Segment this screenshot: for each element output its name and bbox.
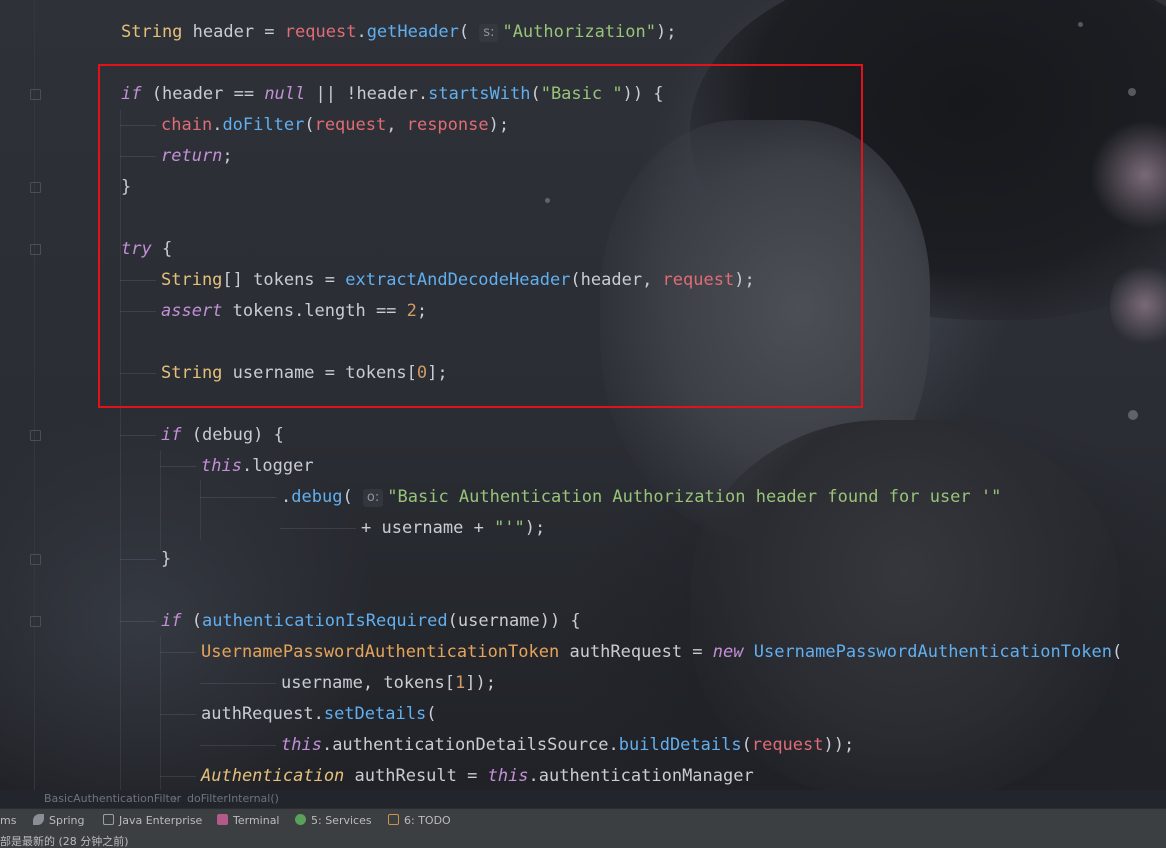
todo-list-icon <box>388 814 399 825</box>
code-token: (debug) { <box>181 425 284 445</box>
code-line[interactable]: authRequest.setDetails( <box>201 703 436 725</box>
code-token: authRequest = <box>559 642 713 662</box>
code-token: new <box>712 642 744 662</box>
highlight-box <box>98 64 863 408</box>
spring-leaf-icon <box>33 814 44 825</box>
tool-window-label: ms <box>0 814 17 827</box>
tool-window-label: Spring <box>49 814 85 827</box>
code-token: ( <box>181 611 202 631</box>
code-token: request <box>284 22 357 42</box>
code-line[interactable]: } <box>161 548 171 570</box>
code-token: ( <box>458 22 480 42</box>
code-token: )); <box>823 735 855 755</box>
code-token: } <box>161 549 172 569</box>
status-message: 部是最新的 (28 分钟之前) <box>0 835 129 848</box>
code-token: ]); <box>465 673 496 693</box>
code-token: getHeader <box>366 22 459 42</box>
breadcrumb-separator: › <box>173 792 178 805</box>
code-line[interactable]: UsernamePasswordAuthenticationToken auth… <box>201 641 1122 663</box>
code-line[interactable]: if (authenticationIsRequired(username)) … <box>161 610 581 632</box>
code-token: ( <box>342 487 363 507</box>
code-line[interactable]: Authentication authResult = this.authent… <box>201 765 754 787</box>
code-token: authenticationIsRequired <box>201 611 448 631</box>
parameter-hint: o: <box>362 489 384 507</box>
code-token: String <box>121 22 183 42</box>
tool-window-label: 6: TODO <box>404 814 451 827</box>
code-token: .logger <box>241 456 314 476</box>
tool-window-label: Terminal <box>233 814 280 827</box>
tool-window-spring[interactable]: Spring <box>33 813 85 829</box>
breadcrumb-method[interactable]: doFilterInternal() <box>187 791 279 807</box>
code-token: request <box>751 735 824 755</box>
code-token: ); <box>524 518 546 538</box>
code-token: ( <box>1111 642 1123 662</box>
code-line[interactable]: this.authenticationDetailsSource.buildDe… <box>281 734 854 756</box>
code-token: UsernamePasswordAuthenticationToken <box>753 642 1112 662</box>
code-line[interactable]: this.logger <box>201 455 314 477</box>
terminal-icon <box>217 814 228 825</box>
code-token: ( <box>741 735 752 755</box>
java-enterprise-icon <box>103 814 114 825</box>
parameter-hint: s: <box>479 24 499 42</box>
code-line[interactable]: username, tokens[1]); <box>281 672 496 694</box>
tool-window-bar: ms Spring Java Enterprise Terminal 5: Se… <box>0 808 1166 832</box>
code-token: "Authorization" <box>502 22 656 42</box>
code-token: if <box>161 611 182 631</box>
code-token: authRequest. <box>201 704 324 724</box>
code-token: "'" <box>494 518 525 538</box>
code-token: "Basic Authentication Authorization head… <box>387 487 1002 507</box>
code-token: (username)) { <box>447 611 581 631</box>
code-line[interactable]: if (debug) { <box>161 424 284 446</box>
code-token: Authentication <box>201 766 345 786</box>
tool-window-label: Java Enterprise <box>119 814 203 827</box>
code-token: ( <box>426 704 437 724</box>
code-token: .authenticationDetailsSource. <box>321 735 619 755</box>
code-token: 1 <box>455 673 466 693</box>
breadcrumb-class[interactable]: BasicAuthenticationFilter <box>44 791 181 807</box>
code-token: this <box>281 735 322 755</box>
status-bar: 部是最新的 (28 分钟之前) <box>0 832 1166 848</box>
code-token: . <box>356 22 367 42</box>
code-token: username, tokens[ <box>281 673 455 693</box>
code-token: ); <box>655 22 677 42</box>
code-token: UsernamePasswordAuthenticationToken <box>201 642 560 662</box>
code-line[interactable]: + username + "'"); <box>361 517 545 539</box>
code-token: this <box>487 766 529 786</box>
code-token: this <box>201 456 242 476</box>
code-token: header = <box>182 22 285 42</box>
code-token: . <box>281 487 292 507</box>
code-token: setDetails <box>323 704 427 724</box>
tool-window-todo[interactable]: 6: TODO <box>388 813 451 829</box>
code-token: authResult = <box>344 766 488 786</box>
services-gear-icon <box>295 814 306 825</box>
tool-window-java-enterprise[interactable]: Java Enterprise <box>103 813 202 829</box>
breadcrumb: BasicAuthenticationFilter › doFilterInte… <box>0 790 1166 808</box>
tool-window-terminal[interactable]: Terminal <box>217 813 280 829</box>
code-token: .authenticationManager <box>528 766 754 786</box>
code-token: if <box>161 425 182 445</box>
tool-window-services[interactable]: 5: Services <box>295 813 372 829</box>
code-line[interactable]: .debug( o: "Basic Authentication Authoriz… <box>281 486 1001 508</box>
code-token: + username + <box>361 518 495 538</box>
code-line[interactable]: String header = request.getHeader( s: "Au… <box>121 21 676 43</box>
code-token: debug <box>291 487 343 507</box>
tool-window-problems[interactable]: ms <box>0 813 16 829</box>
code-token: buildDetails <box>618 735 742 755</box>
tool-window-label: 5: Services <box>311 814 372 827</box>
